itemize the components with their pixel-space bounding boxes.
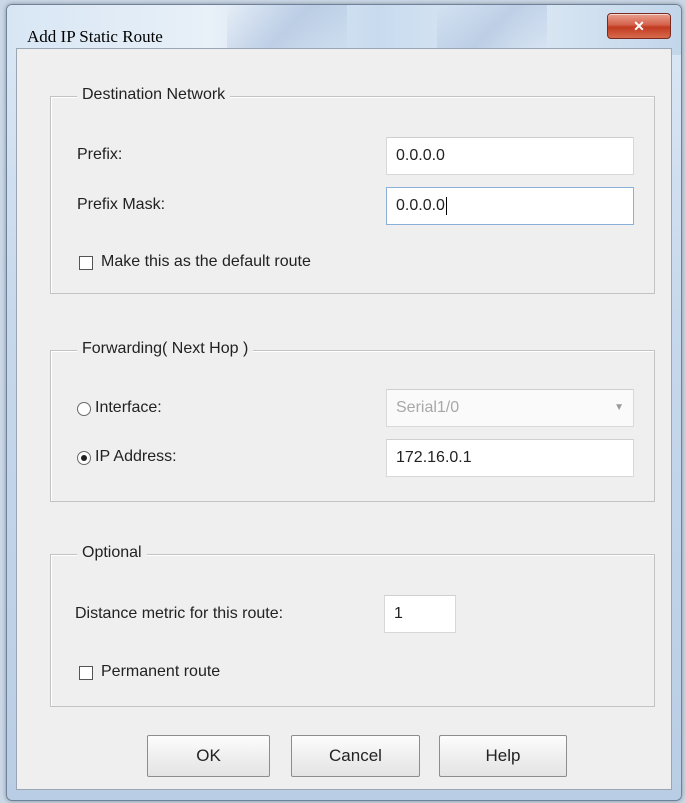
forwarding-legend: Forwarding( Next Hop ) — [77, 340, 254, 358]
optional-legend: Optional — [77, 544, 147, 562]
default-route-checkbox[interactable] — [79, 256, 93, 270]
interface-label[interactable]: Interface: — [95, 399, 162, 417]
help-button[interactable]: Help — [439, 735, 567, 777]
permanent-route-checkbox[interactable] — [79, 666, 93, 680]
ip-address-label[interactable]: IP Address: — [95, 448, 177, 466]
distance-metric-label: Distance metric for this route: — [75, 605, 284, 622]
optional-group: Optional — [50, 544, 655, 707]
prefix-mask-input[interactable]: 0.0.0.0 — [386, 187, 634, 225]
prefix-input[interactable]: 0.0.0.0 — [386, 137, 634, 175]
prefix-value: 0.0.0.0 — [396, 147, 445, 164]
window-title: Add IP Static Route — [27, 27, 163, 46]
interface-radio[interactable] — [77, 402, 91, 416]
prefix-mask-value: 0.0.0.0 — [396, 197, 445, 214]
permanent-route-label[interactable]: Permanent route — [101, 663, 220, 681]
dialog-window: Add IP Static Route ✕ Destination Networ… — [6, 4, 682, 801]
prefix-mask-label: Prefix Mask: — [77, 196, 166, 213]
text-caret — [445, 196, 447, 215]
distance-metric-input[interactable]: 1 — [384, 595, 456, 633]
distance-metric-value: 1 — [394, 605, 403, 622]
cancel-button[interactable]: Cancel — [291, 735, 420, 777]
interface-dropdown[interactable]: Serial1/0 ▼ — [386, 389, 634, 427]
dialog-body: Destination Network Prefix: 0.0.0.0 Pref… — [16, 48, 672, 790]
interface-value: Serial1/0 — [396, 399, 460, 416]
close-button[interactable]: ✕ — [607, 13, 671, 39]
ip-address-value: 172.16.0.1 — [396, 449, 472, 466]
chevron-down-icon: ▼ — [614, 402, 624, 413]
ip-address-input[interactable]: 172.16.0.1 — [386, 439, 634, 477]
prefix-label: Prefix: — [77, 146, 123, 163]
default-route-label[interactable]: Make this as the default route — [101, 253, 311, 271]
ip-address-radio[interactable] — [77, 451, 91, 465]
close-icon: ✕ — [633, 18, 645, 34]
destination-network-legend: Destination Network — [77, 86, 231, 104]
ok-button[interactable]: OK — [147, 735, 270, 777]
